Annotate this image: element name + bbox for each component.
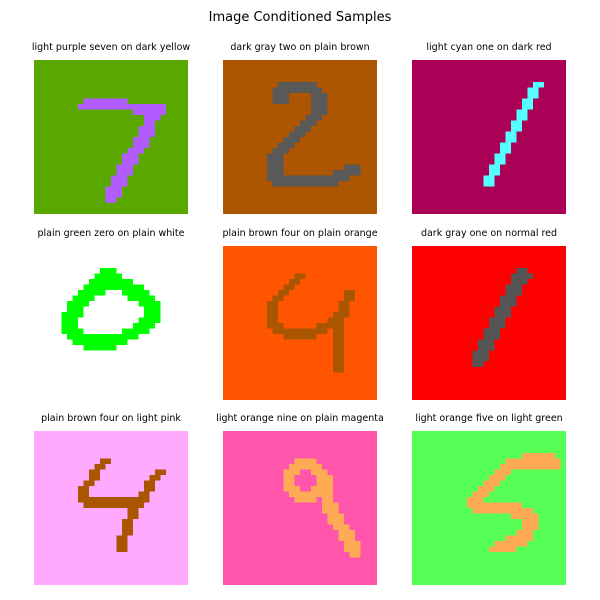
sample-image (223, 60, 377, 214)
sample-caption: dark gray two on plain brown (230, 42, 370, 53)
background-fill (223, 246, 377, 400)
digit-bitmap (34, 431, 188, 585)
sample-caption: light orange nine on plain magenta (216, 413, 384, 424)
background-fill (223, 431, 377, 585)
sample-image (412, 246, 566, 400)
digit-bitmap (412, 431, 566, 585)
figure-title: Image Conditioned Samples (208, 10, 392, 25)
sample-caption: plain green zero on plain white (37, 228, 185, 239)
sample-caption: light purple seven on dark yellow (31, 42, 191, 53)
digit-bitmap (223, 431, 377, 585)
digit-bitmap (34, 60, 188, 214)
digit-bitmap (223, 246, 377, 400)
sample-image (412, 60, 566, 214)
digit-bitmap (34, 246, 188, 400)
sample-image (34, 246, 188, 400)
sample-caption: plain brown four on light pink (41, 413, 181, 424)
sample-caption: light cyan one on dark red (426, 42, 552, 53)
sample-image (223, 246, 377, 400)
digit-bitmap (412, 246, 566, 400)
sample-caption: plain brown four on plain orange (222, 228, 378, 239)
sample-image (34, 431, 188, 585)
sample-caption: dark gray one on normal red (420, 228, 558, 239)
sample-image (412, 431, 566, 585)
digit-bitmap (412, 60, 566, 214)
digit-bitmap (223, 60, 377, 214)
sample-image (34, 60, 188, 214)
sample-caption: light orange five on light green (415, 413, 563, 424)
sample-image (223, 431, 377, 585)
